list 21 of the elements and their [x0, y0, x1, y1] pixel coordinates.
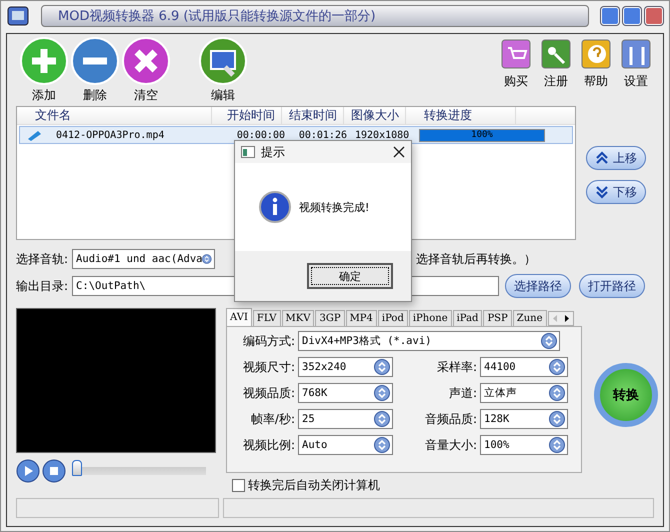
dialog-message: 视频转换完成! — [299, 200, 370, 214]
setting-label: 视频品质: — [242, 384, 295, 402]
progress-text: 100% — [470, 130, 494, 140]
audio-track-label: 选择音轨: — [16, 250, 68, 268]
audio-hint-text: 选择音轨后再转换。） — [416, 250, 536, 268]
setting-label: 音量大小: — [424, 436, 477, 454]
output-folder-label: 输出目录: — [16, 278, 68, 294]
setting-label: 视频尺寸: — [242, 358, 295, 376]
end-time: 00:01:26 — [298, 130, 348, 140]
setting-label: 帧率/秒: — [250, 410, 295, 428]
dialog-title: 提示 — [261, 144, 286, 160]
setting-label: 音频品质: — [424, 410, 477, 428]
setting-label: 编码方式: — [242, 332, 295, 350]
file-name: 0412-OPPOA3Pro.mp4 — [55, 130, 166, 140]
setting-label: 视频比例: — [242, 436, 295, 454]
shutdown-label: 转换完后自动关闭计算机 — [248, 477, 380, 494]
setting-label: 采样率: — [436, 358, 477, 376]
start-time: 00:00:00 — [236, 130, 286, 140]
setting-label: 声道: — [448, 384, 477, 402]
window-title: MOD视频转换器 6.9 (试用版只能转换源文件的一部分) — [41, 5, 589, 27]
image-size: 1920x1080 — [354, 130, 410, 140]
